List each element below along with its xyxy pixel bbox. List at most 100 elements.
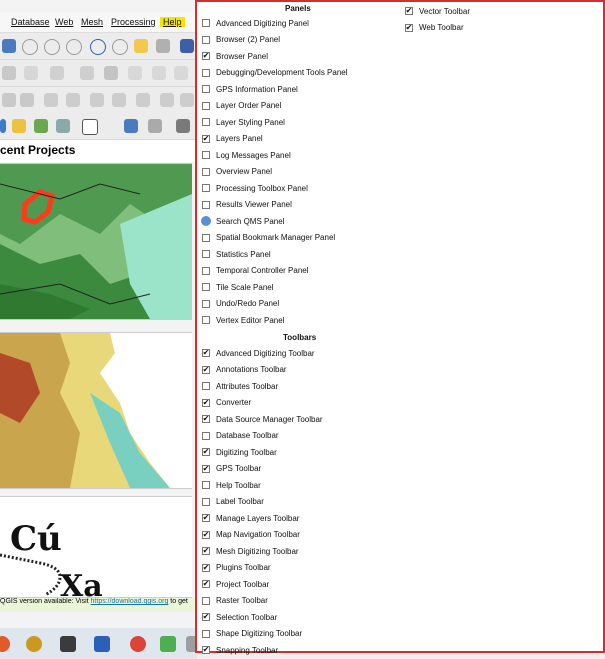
panel-item-temporal-controller-panel[interactable]: Temporal Controller Panel: [202, 264, 309, 278]
zoom-full-icon[interactable]: [2, 39, 16, 53]
add-part-icon[interactable]: [66, 93, 80, 107]
panel-item-debugging-development-tools-panel[interactable]: Debugging/Development Tools Panel: [202, 66, 348, 80]
label-star-icon[interactable]: [12, 119, 26, 133]
fill-ring-icon[interactable]: [90, 93, 104, 107]
measure-icon[interactable]: [148, 119, 162, 133]
checkbox[interactable]: ✔: [202, 365, 210, 374]
checkbox[interactable]: ✔: [405, 23, 413, 32]
label-pin-icon[interactable]: [34, 119, 48, 133]
checkbox[interactable]: ✔: [202, 448, 210, 456]
toolbar-item-vector-toolbar[interactable]: ✔ Vector Toolbar: [405, 4, 470, 18]
recent-project-thumb-3[interactable]: Cú Xa: [0, 496, 192, 598]
toolbar-item-snapping-toolbar[interactable]: ✔ Snapping Toolbar: [202, 643, 278, 657]
checkbox[interactable]: [202, 101, 210, 110]
toolbar-item-help-toolbar[interactable]: Help Toolbar: [202, 478, 261, 492]
checkbox[interactable]: ✔: [202, 398, 210, 407]
checkbox[interactable]: [202, 85, 210, 93]
menu-database[interactable]: Database: [11, 17, 50, 27]
menu-help[interactable]: Help: [160, 17, 185, 27]
chrome-icon[interactable]: [130, 636, 146, 652]
checkbox[interactable]: [202, 481, 210, 489]
checkbox[interactable]: [202, 68, 210, 77]
panel-item-log-messages-panel[interactable]: Log Messages Panel: [202, 148, 291, 162]
zoom-selection-icon[interactable]: [90, 39, 106, 55]
checkbox[interactable]: [202, 167, 210, 176]
panel-item-gps-information-panel[interactable]: GPS Information Panel: [202, 82, 298, 96]
copy-icon[interactable]: [152, 66, 166, 80]
panel-item-advanced-digitizing-panel[interactable]: Advanced Digitizing Panel: [202, 16, 309, 30]
delete-ring-icon[interactable]: [112, 93, 126, 107]
panel-item-spatial-bookmark-manager-panel[interactable]: Spatial Bookmark Manager Panel: [202, 231, 335, 245]
qgis-icon[interactable]: [160, 636, 176, 652]
panel-item-overview-panel[interactable]: Overview Panel: [202, 165, 272, 179]
checkbox[interactable]: [202, 266, 210, 275]
decorations-icon[interactable]: [176, 119, 190, 133]
toolbar-item-plugins-toolbar[interactable]: ✔ Plugins Toolbar: [202, 561, 271, 575]
label-icon[interactable]: [0, 119, 6, 133]
taskbar-app-icon[interactable]: [0, 636, 10, 652]
add-ring-icon[interactable]: [44, 93, 58, 107]
vertex-tool-icon[interactable]: [80, 66, 94, 80]
add-point-icon[interactable]: [50, 66, 64, 80]
checkbox[interactable]: [202, 35, 210, 44]
rotate-icon[interactable]: [2, 93, 16, 107]
new-bookmark-icon[interactable]: [134, 39, 148, 53]
checkbox[interactable]: [202, 299, 210, 308]
checkbox[interactable]: ✔: [202, 52, 210, 60]
panel-item-search-qms-panel[interactable]: Search QMS Panel: [201, 214, 284, 228]
edit-pencil-icon[interactable]: [24, 66, 38, 80]
toolbar-item-project-toolbar[interactable]: ✔ Project Toolbar: [202, 577, 269, 591]
word-icon[interactable]: [94, 636, 110, 652]
toolbar-item-gps-toolbar[interactable]: ✔ GPS Toolbar: [202, 462, 261, 476]
toolbar-item-raster-toolbar[interactable]: Raster Toolbar: [202, 594, 268, 608]
toolbar-item-map-navigation-toolbar[interactable]: ✔ Map Navigation Toolbar: [202, 528, 300, 542]
checkbox[interactable]: [202, 596, 210, 605]
toolbar-item-database-toolbar[interactable]: Database Toolbar: [202, 429, 279, 443]
toolbar-item-web-toolbar[interactable]: ✔ Web Toolbar: [405, 21, 464, 35]
zoom-layer-icon[interactable]: [66, 39, 82, 55]
toolbar-item-annotations-toolbar[interactable]: ✔ Annotations Toolbar: [202, 363, 287, 377]
panel-item-browser-panel[interactable]: ✔ Browser Panel: [202, 49, 268, 63]
toolbar-item-digitizing-toolbar[interactable]: ✔ Digitizing Toolbar: [202, 445, 277, 459]
checkbox[interactable]: ✔: [202, 530, 210, 539]
recent-project-thumb-1[interactable]: [0, 163, 192, 320]
checkbox[interactable]: ✔: [202, 580, 210, 588]
toolbar-item-manage-layers-toolbar[interactable]: ✔ Manage Layers Toolbar: [202, 511, 299, 525]
checkbox[interactable]: [202, 250, 210, 258]
download-link[interactable]: https://download.qgis.org: [91, 598, 169, 605]
simplify-icon[interactable]: [20, 93, 34, 107]
checkbox[interactable]: ✔: [202, 134, 210, 143]
refresh-icon[interactable]: [180, 39, 194, 53]
cut-icon[interactable]: [128, 66, 142, 80]
checkbox[interactable]: ✔: [202, 514, 210, 522]
delete-icon[interactable]: [104, 66, 118, 80]
panel-item-layers-panel[interactable]: ✔ Layers Panel: [202, 132, 263, 146]
panel-item-statistics-panel[interactable]: Statistics Panel: [202, 247, 271, 261]
digitize-icon[interactable]: [2, 66, 16, 80]
panel-item-undo-redo-panel[interactable]: Undo/Redo Panel: [202, 297, 279, 311]
checkbox[interactable]: [202, 382, 210, 390]
zoom-out-icon[interactable]: [44, 39, 60, 55]
panel-item-layer-styling-panel[interactable]: Layer Styling Panel: [202, 115, 285, 129]
label-move-icon[interactable]: [56, 119, 70, 133]
map-tips-icon[interactable]: [124, 119, 138, 133]
checkbox[interactable]: [202, 497, 210, 506]
checkbox[interactable]: ✔: [202, 646, 210, 654]
checkbox[interactable]: ✔: [202, 563, 210, 572]
delete-part-icon[interactable]: [136, 93, 150, 107]
zoom-in-icon[interactable]: [22, 39, 38, 55]
taskbar-app-icon-3[interactable]: [60, 636, 76, 652]
checkbox[interactable]: [202, 19, 210, 27]
checkbox[interactable]: [202, 629, 210, 638]
toolbar-item-shape-digitizing-toolbar[interactable]: Shape Digitizing Toolbar: [202, 627, 302, 641]
checkbox[interactable]: ✔: [202, 547, 210, 555]
checkbox[interactable]: ✔: [202, 464, 210, 473]
panel-item-browser-2-panel[interactable]: Browser (2) Panel: [202, 33, 280, 47]
checkbox[interactable]: [202, 431, 210, 440]
checkbox[interactable]: [202, 151, 210, 159]
toolbar-item-converter[interactable]: ✔ Converter: [202, 396, 251, 410]
checkbox[interactable]: [202, 283, 210, 291]
checkbox[interactable]: [202, 118, 210, 126]
checkbox[interactable]: ✔: [405, 7, 413, 15]
checkbox[interactable]: [202, 316, 210, 324]
